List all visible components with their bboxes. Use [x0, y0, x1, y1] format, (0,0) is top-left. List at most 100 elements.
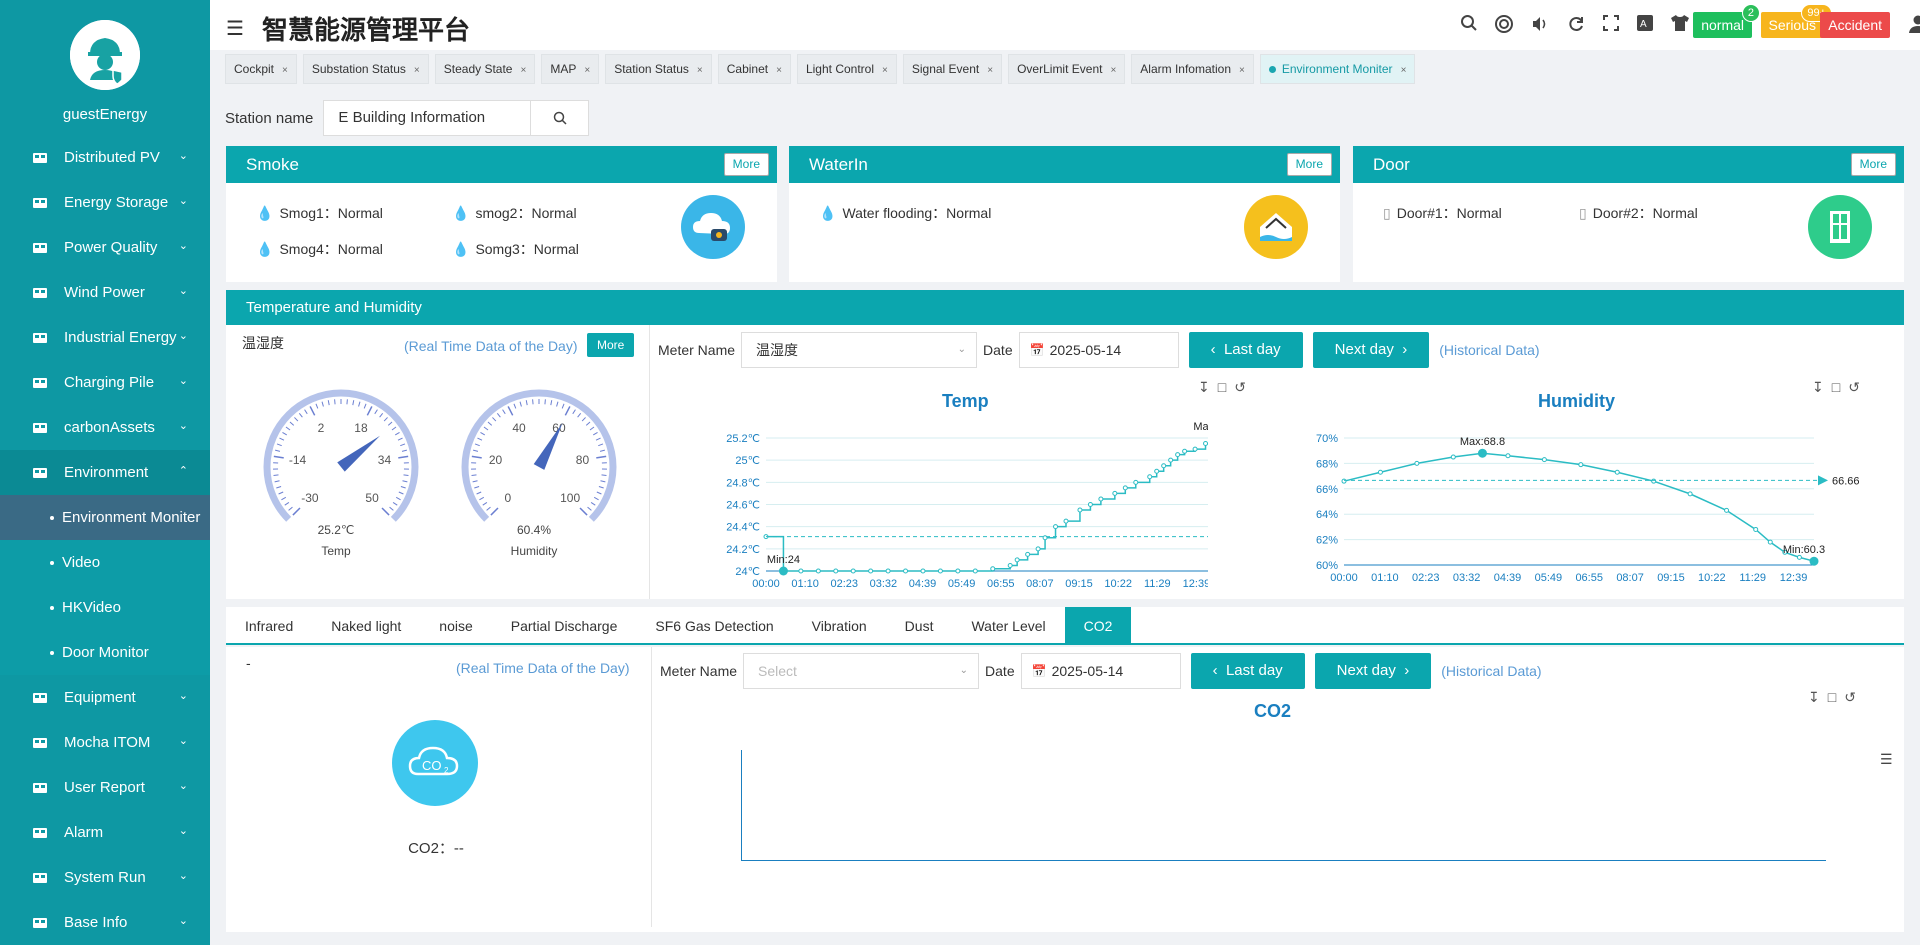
menu-item-power-quality[interactable]: Power Quality ⌄ — [0, 225, 210, 270]
close-icon[interactable]: × — [987, 65, 993, 76]
tab-substation-status[interactable]: Substation Status × — [302, 54, 429, 84]
sensor-tab-infrared[interactable]: Infrared — [226, 607, 312, 643]
data-point[interactable] — [1767, 539, 1773, 545]
station-search-button[interactable] — [531, 100, 590, 136]
normal-alarm-button[interactable]: normal 2 — [1693, 4, 1760, 38]
sensor-tab-partial-discharge[interactable]: Partial Discharge — [492, 607, 637, 643]
sensor-tab-vibration[interactable]: Vibration — [793, 607, 886, 643]
hamburger-menu-icon[interactable]: ☰ — [226, 16, 244, 41]
close-icon[interactable]: × — [584, 65, 590, 76]
data-point[interactable] — [1014, 557, 1020, 563]
menu-item-alarm[interactable]: Alarm ⌄ — [0, 810, 210, 855]
reset-icon[interactable]: ↺ — [1848, 379, 1868, 395]
menu-item-carbonassets[interactable]: carbonAssets ⌄ — [0, 405, 210, 450]
data-point[interactable] — [1203, 441, 1208, 447]
co2-date-picker[interactable]: 📅 2025-05-14 — [1020, 653, 1181, 689]
crop-icon[interactable]: □ — [1828, 689, 1844, 705]
data-point[interactable] — [1053, 524, 1059, 530]
menu-item-distributed-pv[interactable]: Distributed PV ⌄ — [0, 135, 210, 180]
data-point[interactable] — [955, 568, 961, 574]
data-point[interactable] — [1341, 478, 1347, 484]
menu-item-base-info[interactable]: Base Info ⌄ — [0, 900, 210, 945]
menu-item-wind-power[interactable]: Wind Power ⌄ — [0, 270, 210, 315]
data-point[interactable] — [1154, 468, 1160, 474]
humidity-chart-toolbox[interactable]: ↧□↺ — [1812, 379, 1868, 396]
sensor-tab-dust[interactable]: Dust — [886, 607, 953, 643]
tab-station-status[interactable]: Station Status × — [605, 54, 712, 84]
smoke-more-button[interactable]: More — [723, 153, 769, 176]
fullscreen-icon[interactable] — [1602, 14, 1620, 39]
data-point[interactable] — [1077, 507, 1083, 513]
th-more-button[interactable]: More — [587, 333, 635, 357]
tab-environment-moniter[interactable]: Environment Moniter × — [1259, 54, 1416, 84]
station-input[interactable]: E Building Information — [323, 100, 532, 136]
volume-icon[interactable] — [1530, 14, 1550, 39]
tab-light-control[interactable]: Light Control × — [796, 54, 897, 84]
data-point[interactable] — [1753, 526, 1759, 532]
translate-icon[interactable]: A — [1636, 14, 1654, 39]
co2-meter-select[interactable]: Select ⌄ — [743, 653, 980, 689]
download-icon[interactable]: ↧ — [1812, 379, 1832, 395]
user-icon[interactable] — [1908, 14, 1920, 37]
data-point[interactable] — [1025, 551, 1031, 557]
data-point[interactable] — [868, 568, 874, 574]
date-picker[interactable]: 📅 2025-05-14 — [1018, 332, 1179, 368]
sensor-tab-co2[interactable]: CO2 — [1064, 607, 1132, 643]
door-more-button[interactable]: More — [1850, 153, 1896, 176]
data-point[interactable] — [972, 568, 978, 574]
data-point[interactable] — [1063, 518, 1069, 524]
data-point[interactable] — [1450, 454, 1456, 460]
data-point[interactable] — [1112, 490, 1118, 496]
avatar[interactable] — [70, 20, 140, 90]
download-icon[interactable]: ↧ — [1808, 689, 1828, 705]
co2-next-day-button[interactable]: Next day › — [1314, 653, 1432, 689]
close-icon[interactable]: × — [282, 65, 288, 76]
crop-icon[interactable]: □ — [1832, 379, 1848, 395]
menu-item-charging-pile[interactable]: Charging Pile ⌄ — [0, 360, 210, 405]
close-icon[interactable]: × — [697, 65, 703, 76]
close-icon[interactable]: × — [776, 65, 782, 76]
data-point[interactable] — [1182, 448, 1188, 454]
data-point[interactable] — [1505, 453, 1511, 459]
tab-alarm-infomation[interactable]: Alarm Infomation × — [1131, 54, 1254, 84]
data-point[interactable] — [850, 568, 856, 574]
reset-icon[interactable]: ↺ — [1234, 379, 1254, 395]
reset-icon[interactable]: ↺ — [1844, 689, 1864, 705]
crop-icon[interactable]: □ — [1218, 379, 1234, 395]
close-icon[interactable]: × — [1401, 65, 1407, 76]
tab-overlimit-event[interactable]: OverLimit Event × — [1008, 54, 1126, 84]
tab-signal-event[interactable]: Signal Event × — [902, 54, 1003, 84]
data-point[interactable] — [1578, 462, 1584, 468]
co2-chart-toolbox[interactable]: ↧□↺ — [1808, 689, 1864, 706]
menu-item-industrial-energy[interactable]: Industrial Energy ⌄ — [0, 315, 210, 360]
sensor-tab-noise[interactable]: noise — [420, 607, 491, 643]
refresh-icon[interactable] — [1566, 14, 1586, 39]
data-point[interactable] — [990, 566, 996, 572]
data-point[interactable] — [1133, 479, 1139, 485]
last-day-button[interactable]: ‹ Last day — [1188, 332, 1303, 368]
search-icon[interactable] — [1460, 14, 1478, 39]
data-point[interactable] — [1614, 469, 1620, 475]
data-point[interactable] — [903, 568, 909, 574]
data-point[interactable] — [1122, 485, 1128, 491]
data-point[interactable] — [833, 568, 839, 574]
menu-item-system-run[interactable]: System Run ⌄ — [0, 855, 210, 900]
data-point[interactable] — [1035, 546, 1041, 552]
submenu-item-video[interactable]: Video — [0, 540, 210, 585]
menu-item-mocha-itom[interactable]: Mocha ITOM ⌄ — [0, 720, 210, 765]
tab-cockpit[interactable]: Cockpit × — [225, 54, 297, 84]
submenu-item-environment-moniter[interactable]: Environment Moniter — [0, 495, 210, 540]
accident-alarm-button[interactable]: Accident — [1820, 12, 1890, 38]
tab-steady-state[interactable]: Steady State × — [434, 54, 536, 84]
data-point[interactable] — [1651, 478, 1657, 484]
data-point[interactable] — [1161, 463, 1167, 469]
data-point[interactable] — [798, 568, 804, 574]
submenu-item-hkvideo[interactable]: HKVideo — [0, 585, 210, 630]
sliders-icon[interactable]: ☰ — [1880, 751, 1893, 768]
data-point[interactable] — [1724, 507, 1730, 513]
sensor-tab-sf6-gas-detection[interactable]: SF6 Gas Detection — [636, 607, 792, 643]
menu-item-energy-storage[interactable]: Energy Storage ⌄ — [0, 180, 210, 225]
menu-item-environment[interactable]: Environment ⌃ — [0, 450, 210, 495]
next-day-button[interactable]: Next day › — [1312, 332, 1430, 368]
co2-last-day-button[interactable]: ‹ Last day — [1190, 653, 1305, 689]
